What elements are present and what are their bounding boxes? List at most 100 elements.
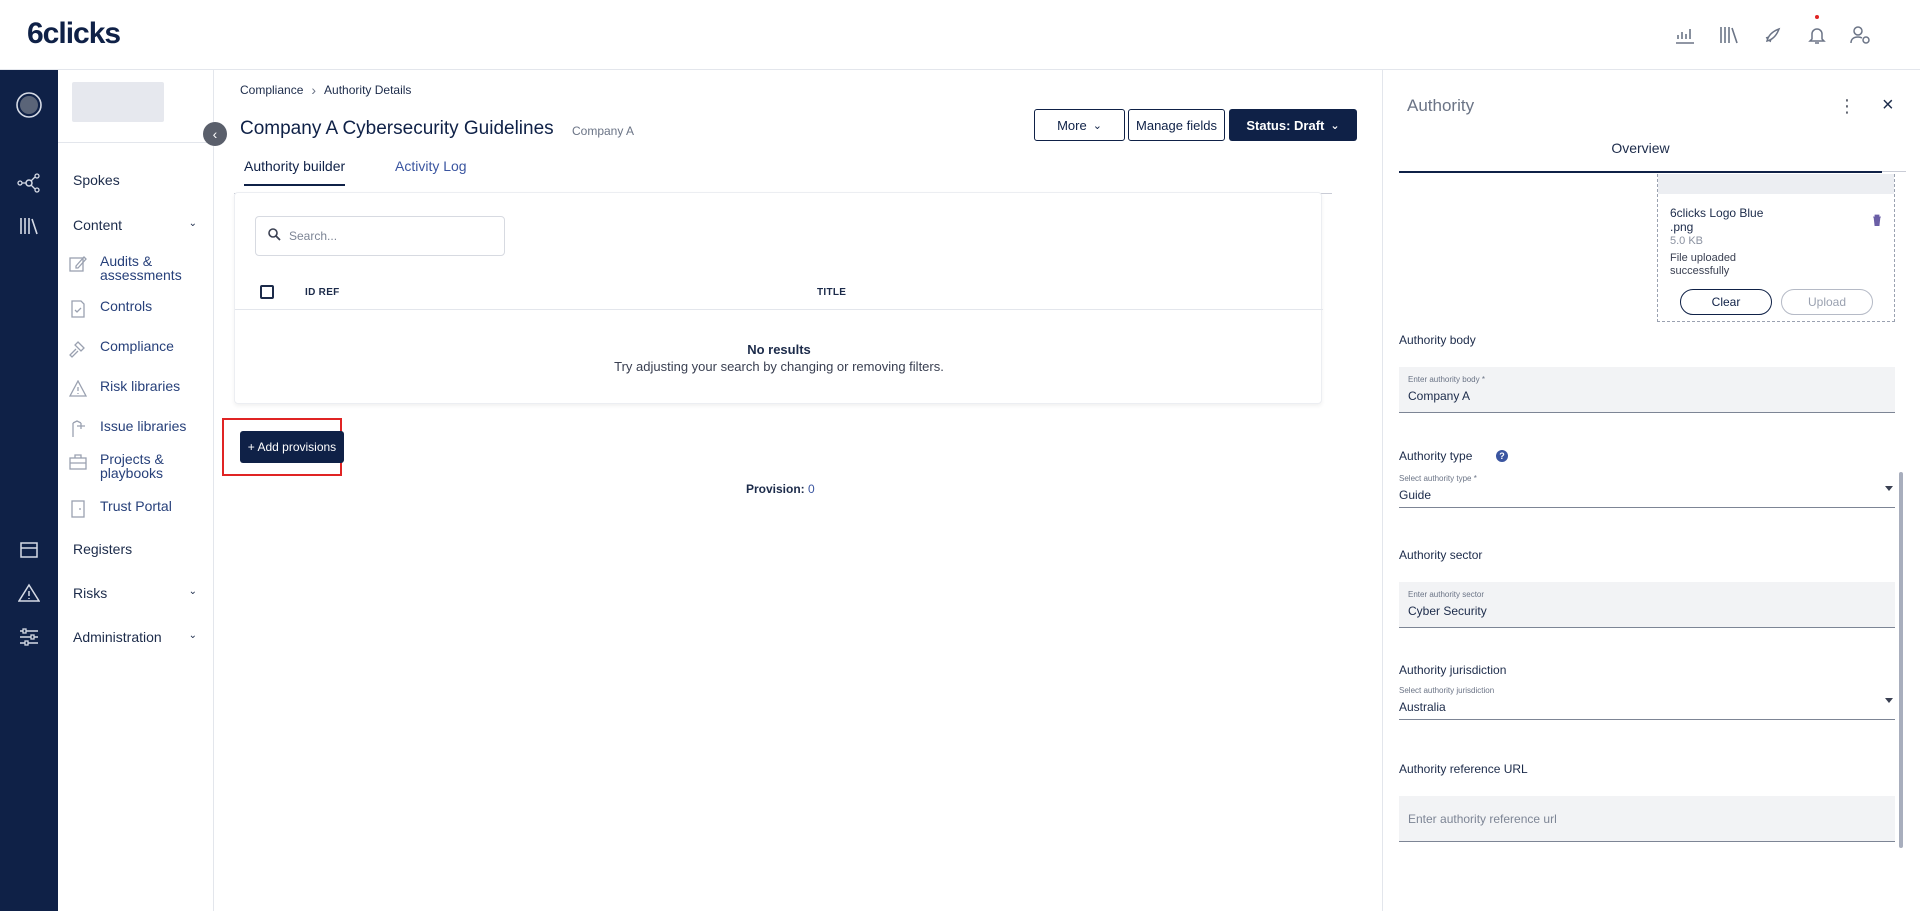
chevron-down-icon[interactable]: ⌄ [189,586,197,597]
manage-fields-button[interactable]: Manage fields [1128,109,1225,141]
authority-url-label: Authority reference URL [1399,762,1528,776]
tab-authority-builder[interactable]: Authority builder [244,158,346,186]
clear-button[interactable]: Clear [1680,289,1772,315]
authority-sector-field[interactable]: Enter authority sector Cyber Security [1399,582,1895,628]
authority-type-select[interactable]: Select authority type * Guide [1399,474,1895,508]
sidebar-item-label: Risk libraries [100,378,181,394]
authority-body-field[interactable]: Enter authority body * Company A [1399,367,1895,413]
more-button[interactable]: More ⌄ [1034,109,1125,141]
notification-dot [1815,15,1819,19]
search-input[interactable]: Search... [255,216,505,256]
sidebar-item-content[interactable]: Content [73,217,122,233]
authority-body-label: Authority body [1399,333,1476,347]
warning-icon[interactable] [16,580,42,606]
chevron-down-icon[interactable]: ⌄ [189,218,197,229]
add-provisions-button[interactable]: + Add provisions [240,431,344,463]
briefcase-icon [68,452,88,472]
field-floating-label: Select authority type * [1399,474,1477,483]
workspace-logo-placeholder [72,82,164,122]
app-logo[interactable]: 6clicks [27,17,121,51]
trash-icon[interactable] [1872,214,1882,229]
issue-icon [68,419,88,439]
column-id-ref[interactable]: ID REF [305,287,340,298]
sidebar-item-label: Trust Portal [100,498,172,514]
sidebar-item-trust-portal[interactable]: Trust Portal [68,499,208,519]
hub-icon[interactable] [16,170,42,196]
icon-rail [0,70,58,911]
field-value: Company A [1408,389,1471,403]
authority-sector-label: Authority sector [1399,548,1483,562]
top-icon-group [1672,15,1874,48]
close-icon[interactable]: × [1882,94,1894,117]
authority-url-field[interactable]: Enter authority reference url [1399,796,1895,842]
library-icon[interactable] [16,213,42,239]
kebab-menu-icon[interactable]: ⋮ [1838,96,1856,117]
authority-jurisdiction-select[interactable]: Select authority jurisdiction Australia [1399,686,1895,720]
sidebar-item-issue-libraries[interactable]: Issue libraries [68,419,208,439]
breadcrumb-compliance[interactable]: Compliance [240,83,303,97]
sliders-icon[interactable] [16,624,42,650]
sidebar-item-registers[interactable]: Registers [73,541,132,557]
status-button[interactable]: Status: Draft ⌄ [1229,109,1357,141]
user-settings-icon[interactable] [1848,22,1874,48]
provisions-table-card: Search... ID REF TITLE No results Try ad… [234,192,1323,404]
empty-state-subtitle: Try adjusting your search by changing or… [614,359,944,374]
field-floating-label: Enter authority sector [1408,590,1485,599]
authority-panel: Authority ⋮ × Overview 6clicks Logo Blue… [1382,70,1920,911]
status-button-label: Status: Draft [1246,117,1325,133]
breadcrumb: Compliance › Authority Details [240,82,411,98]
field-placeholder: Enter authority reference url [1408,812,1557,826]
file-upload-dropzone[interactable]: 6clicks Logo Blue .png 5.0 KB File uploa… [1657,174,1895,322]
library-icon[interactable] [1716,22,1742,48]
select-all-checkbox[interactable] [260,285,274,299]
more-button-label: More [1057,117,1087,133]
collapse-sidebar-button[interactable]: ‹ [203,122,227,146]
chevron-down-icon: ⌄ [1092,119,1102,132]
sidebar-item-administration[interactable]: Administration [73,629,162,645]
page-subtitle: Company A [572,124,635,138]
field-floating-label: Select authority jurisdiction [1399,686,1495,695]
sidebar-item-label: Projects & playbooks [100,451,164,481]
chevron-down-icon[interactable]: ⌄ [189,630,197,641]
rocket-icon[interactable] [1760,22,1786,48]
upload-button[interactable]: Upload [1781,289,1873,315]
warning-icon [68,379,88,399]
provision-value: 0 [808,482,815,496]
sidebar-item-controls[interactable]: Controls [68,299,208,319]
portal-icon [68,499,88,519]
sidebar-item-projects[interactable]: Projects & playbooks [68,452,208,480]
chevron-right-icon: › [311,82,317,98]
main-content: Compliance › Authority Details Company A… [214,70,1382,911]
bell-icon[interactable] [1804,15,1830,48]
sidebar-item-audits[interactable]: Audits & assessments [68,254,208,282]
panel-title: Authority [1407,96,1475,115]
field-floating-label: Enter authority body * [1408,375,1485,384]
sidebar-item-spokes[interactable]: Spokes [73,172,120,188]
dropdown-caret-icon [1885,486,1893,491]
tab-bar: Authority builder Activity Log [234,158,1332,194]
chevron-down-icon: ⌄ [1330,119,1340,132]
analytics-icon[interactable] [1672,22,1698,48]
sidebar-item-risks[interactable]: Risks [73,585,107,601]
sidebar-item-label: Issue libraries [100,418,187,434]
table-header: ID REF TITLE [235,275,1323,310]
nav-divider [58,142,214,143]
tab-divider [1882,171,1906,172]
breadcrumb-authority-details: Authority Details [324,83,412,97]
panel-scrollbar[interactable] [1896,174,1904,850]
search-icon [268,228,281,244]
dropdown-caret-icon [1885,698,1893,703]
sidebar-item-label: Controls [100,298,153,314]
tab-overview[interactable]: Overview [1399,138,1882,173]
store-icon[interactable] [16,537,42,563]
sidebar-item-label: Compliance [100,338,174,354]
user-circle-icon[interactable] [16,92,42,118]
authority-jurisdiction-label: Authority jurisdiction [1399,663,1507,677]
sidebar-item-risk-libraries[interactable]: Risk libraries [68,379,208,399]
tab-activity-log[interactable]: Activity Log [395,158,467,184]
column-title[interactable]: TITLE [817,287,846,298]
help-icon[interactable]: ? [1496,450,1508,462]
scrollbar-thumb[interactable] [1899,472,1903,848]
sidebar-item-compliance[interactable]: Compliance [68,339,208,359]
side-nav: Spokes Content ⌄ Audits & assessments Co… [58,70,214,911]
